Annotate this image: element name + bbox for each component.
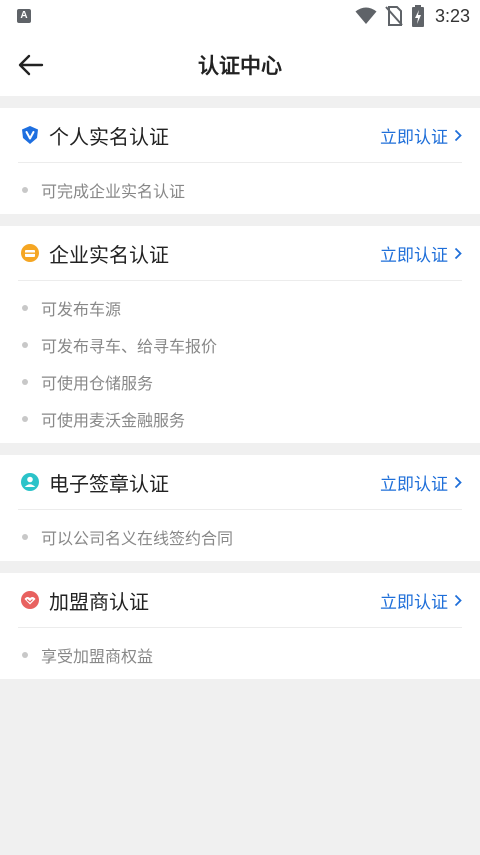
chevron-right-icon (454, 129, 462, 142)
card-franchise-verification: 加盟商认证 立即认证 享受加盟商权益 (0, 573, 480, 679)
feature-text: 可使用麦沃金融服务 (41, 410, 186, 430)
verify-now-button[interactable]: 立即认证 (380, 470, 462, 495)
no-sim-icon (385, 6, 403, 26)
card-header: 加盟商认证 立即认证 (18, 573, 462, 628)
bullet-dot (22, 186, 28, 193)
list-item: 可以公司名义在线签约合同 (18, 518, 462, 555)
card-title: 加盟商认证 (49, 590, 149, 614)
feature-text: 可使用仓储服务 (41, 373, 154, 393)
verify-now-label: 立即认证 (380, 128, 448, 148)
feature-text: 可发布寻车、给寻车报价 (41, 336, 218, 356)
enterprise-icon (21, 244, 39, 262)
bullet-dot (22, 378, 28, 385)
card-personal-verification: 个人实名认证 立即认证 可完成企业实名认证 (0, 108, 480, 214)
card-esign-verification: 电子签章认证 立即认证 可以公司名义在线签约合同 (0, 455, 480, 561)
verify-now-button[interactable]: 立即认证 (380, 123, 462, 148)
clock: 3:23 (434, 5, 470, 26)
verify-now-label: 立即认证 (380, 593, 448, 613)
card-header: 个人实名认证 立即认证 (18, 108, 462, 163)
verify-now-label: 立即认证 (380, 475, 448, 495)
feature-list: 可发布车源 可发布寻车、给寻车报价 可使用仓储服务 可使用麦沃金融服务 (0, 281, 480, 443)
chevron-right-icon (454, 247, 462, 260)
bullet-dot (22, 651, 28, 658)
card-title: 个人实名认证 (49, 125, 169, 149)
status-bar: A 3:23 (0, 0, 480, 32)
feature-list: 享受加盟商权益 (0, 628, 480, 679)
bullet-dot (22, 533, 28, 540)
app-notification-icon: A (17, 9, 31, 23)
list-item: 享受加盟商权益 (18, 636, 462, 673)
battery-charging-icon (411, 5, 424, 27)
app-header: 认证中心 (0, 32, 480, 96)
feature-text: 享受加盟商权益 (41, 646, 154, 666)
page-title: 认证中心 (198, 54, 282, 78)
list-item: 可完成企业实名认证 (18, 171, 462, 208)
shield-v-icon (22, 126, 38, 144)
feature-list: 可以公司名义在线签约合同 (0, 510, 480, 561)
wifi-icon (355, 7, 377, 24)
card-enterprise-verification: 企业实名认证 立即认证 可发布车源 可发布寻车、给寻车报价 可使用仓储服务 可使… (0, 226, 480, 443)
card-header: 企业实名认证 立即认证 (18, 226, 462, 281)
feature-text: 可以公司名义在线签约合同 (41, 528, 234, 548)
card-title: 企业实名认证 (49, 243, 169, 267)
handshake-icon (21, 591, 39, 609)
status-icons: 3:23 (355, 4, 470, 28)
feature-text: 可完成企业实名认证 (41, 181, 186, 201)
card-title: 电子签章认证 (49, 472, 169, 496)
chevron-right-icon (454, 476, 462, 489)
feature-text: 可发布车源 (41, 299, 122, 319)
feature-list: 可完成企业实名认证 (0, 163, 480, 214)
certification-list: 个人实名认证 立即认证 可完成企业实名认证 企业实名认证 立即认证 可发布车源 … (0, 96, 480, 679)
bullet-dot (22, 415, 28, 422)
list-item: 可使用麦沃金融服务 (18, 400, 462, 437)
bullet-dot (22, 341, 28, 348)
verify-now-label: 立即认证 (380, 246, 448, 266)
chevron-right-icon (454, 594, 462, 607)
bullet-dot (22, 304, 28, 311)
person-icon (21, 473, 39, 491)
card-header: 电子签章认证 立即认证 (18, 455, 462, 510)
verify-now-button[interactable]: 立即认证 (380, 588, 462, 613)
verify-now-button[interactable]: 立即认证 (380, 241, 462, 266)
list-item: 可使用仓储服务 (18, 363, 462, 400)
list-item: 可发布寻车、给寻车报价 (18, 326, 462, 363)
list-item: 可发布车源 (18, 289, 462, 326)
